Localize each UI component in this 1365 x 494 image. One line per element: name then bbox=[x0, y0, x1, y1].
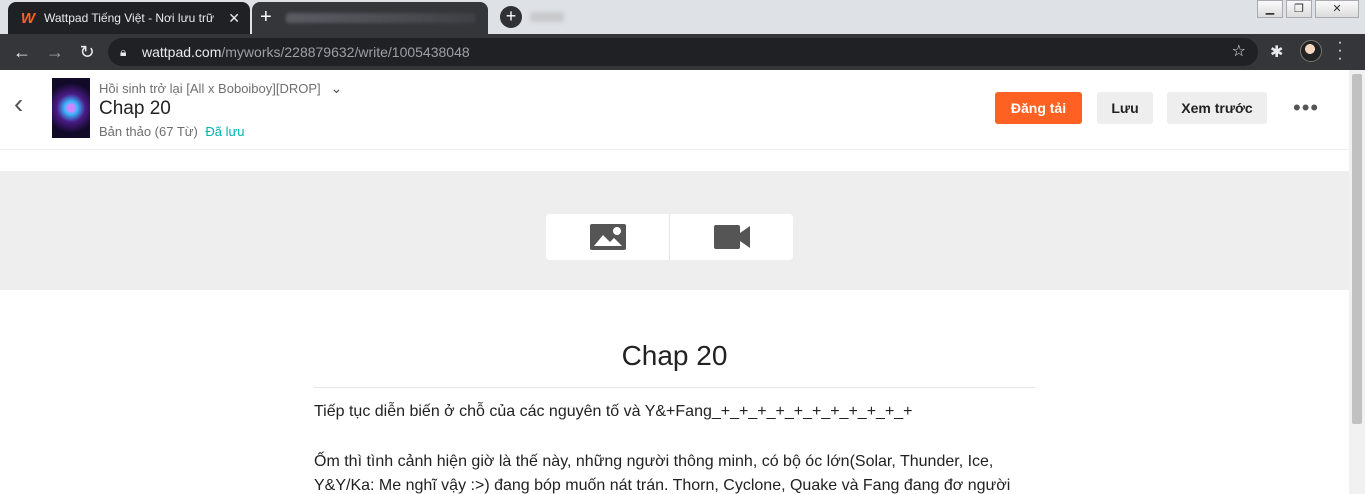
media-header-area bbox=[0, 171, 1349, 290]
browser-tab-strip: W Wattpad Tiếng Việt - Nơi lưu trữ ✕ + +… bbox=[0, 0, 1365, 34]
back-arrow-icon[interactable]: ← bbox=[11, 41, 33, 63]
chevron-left-icon[interactable]: ‹ bbox=[14, 88, 23, 120]
maximize-icon[interactable]: ❐ bbox=[1286, 0, 1312, 18]
browser-tab-active[interactable]: W Wattpad Tiếng Việt - Nơi lưu trữ ✕ bbox=[8, 2, 250, 34]
blurred-tab-title bbox=[286, 13, 476, 23]
scrollbar-thumb[interactable] bbox=[1352, 74, 1362, 424]
paragraph[interactable]: Ốm thì tình cảnh hiện giờ là thế này, nh… bbox=[314, 450, 1035, 494]
add-image-button[interactable] bbox=[546, 214, 669, 260]
address-bar[interactable]: 🔒︎ wattpad.com/myworks/228879632/write/1… bbox=[108, 38, 1258, 66]
blurred-tab-fragment bbox=[530, 12, 564, 22]
minimize-icon[interactable]: ▁ bbox=[1257, 0, 1283, 18]
tab-close-icon[interactable]: ✕ bbox=[228, 10, 240, 27]
new-tab-icon[interactable]: + bbox=[500, 6, 522, 28]
tab-title: Wattpad Tiếng Việt - Nơi lưu trữ bbox=[44, 11, 214, 25]
wattpad-favicon-icon: W bbox=[20, 9, 36, 27]
title-divider bbox=[314, 387, 1035, 388]
preview-button[interactable]: Xem trước bbox=[1167, 92, 1267, 124]
url-host: wattpad.com bbox=[142, 44, 222, 60]
editor-page: ‹ Hồi sinh trở lại [All x Boboiboy][DROP… bbox=[0, 70, 1349, 494]
bookmark-star-icon[interactable]: ☆ bbox=[1232, 38, 1246, 66]
window-controls: ▁ ❐ ✕ bbox=[1257, 0, 1359, 18]
browser-toolbar: ← → ↻ 🔒︎ wattpad.com/myworks/228879632/w… bbox=[0, 34, 1365, 70]
more-options-icon[interactable]: ••• bbox=[1293, 95, 1319, 121]
reload-icon[interactable]: ↻ bbox=[76, 41, 98, 63]
media-selector bbox=[546, 214, 793, 260]
story-cover-image bbox=[52, 78, 90, 138]
paragraph[interactable]: Tiếp tục diễn biến ở chỗ của các nguyên … bbox=[314, 400, 1035, 424]
video-camera-icon bbox=[713, 225, 750, 249]
window-close-icon[interactable]: ✕ bbox=[1315, 0, 1359, 18]
publish-button[interactable]: Đăng tải bbox=[995, 92, 1082, 124]
url-path: /myworks/228879632/write/1005438048 bbox=[221, 44, 470, 60]
forward-arrow-icon[interactable]: → bbox=[44, 41, 66, 63]
document-title[interactable]: Chap 20 bbox=[314, 340, 1035, 372]
image-icon bbox=[589, 224, 626, 250]
chevron-down-icon: ⌄ bbox=[330, 80, 343, 96]
add-video-button[interactable] bbox=[669, 214, 793, 260]
browser-menu-icon[interactable]: · · · bbox=[1334, 35, 1346, 67]
chapter-title: Chap 20 bbox=[99, 98, 171, 119]
word-count-status: Bản thảo (67 Từ) bbox=[99, 124, 198, 139]
extensions-puzzle-icon[interactable]: ✱ bbox=[1270, 42, 1283, 62]
profile-avatar[interactable] bbox=[1300, 40, 1322, 62]
draft-status: Bản thảo (67 Từ) Đã lưu bbox=[99, 124, 244, 139]
editor-header: ‹ Hồi sinh trở lại [All x Boboiboy][DROP… bbox=[0, 70, 1349, 150]
story-title: Hồi sinh trở lại [All x Boboiboy][DROP] bbox=[99, 81, 321, 96]
story-title-dropdown[interactable]: Hồi sinh trở lại [All x Boboiboy][DROP] … bbox=[99, 80, 342, 97]
tab-favicon-icon: + bbox=[260, 6, 272, 28]
browser-tab-inactive[interactable]: + bbox=[252, 2, 488, 34]
lock-icon: 🔒︎ bbox=[120, 45, 127, 59]
saved-status: Đã lưu bbox=[205, 124, 245, 139]
page-scrollbar[interactable] bbox=[1349, 70, 1365, 494]
save-button[interactable]: Lưu bbox=[1097, 92, 1153, 124]
